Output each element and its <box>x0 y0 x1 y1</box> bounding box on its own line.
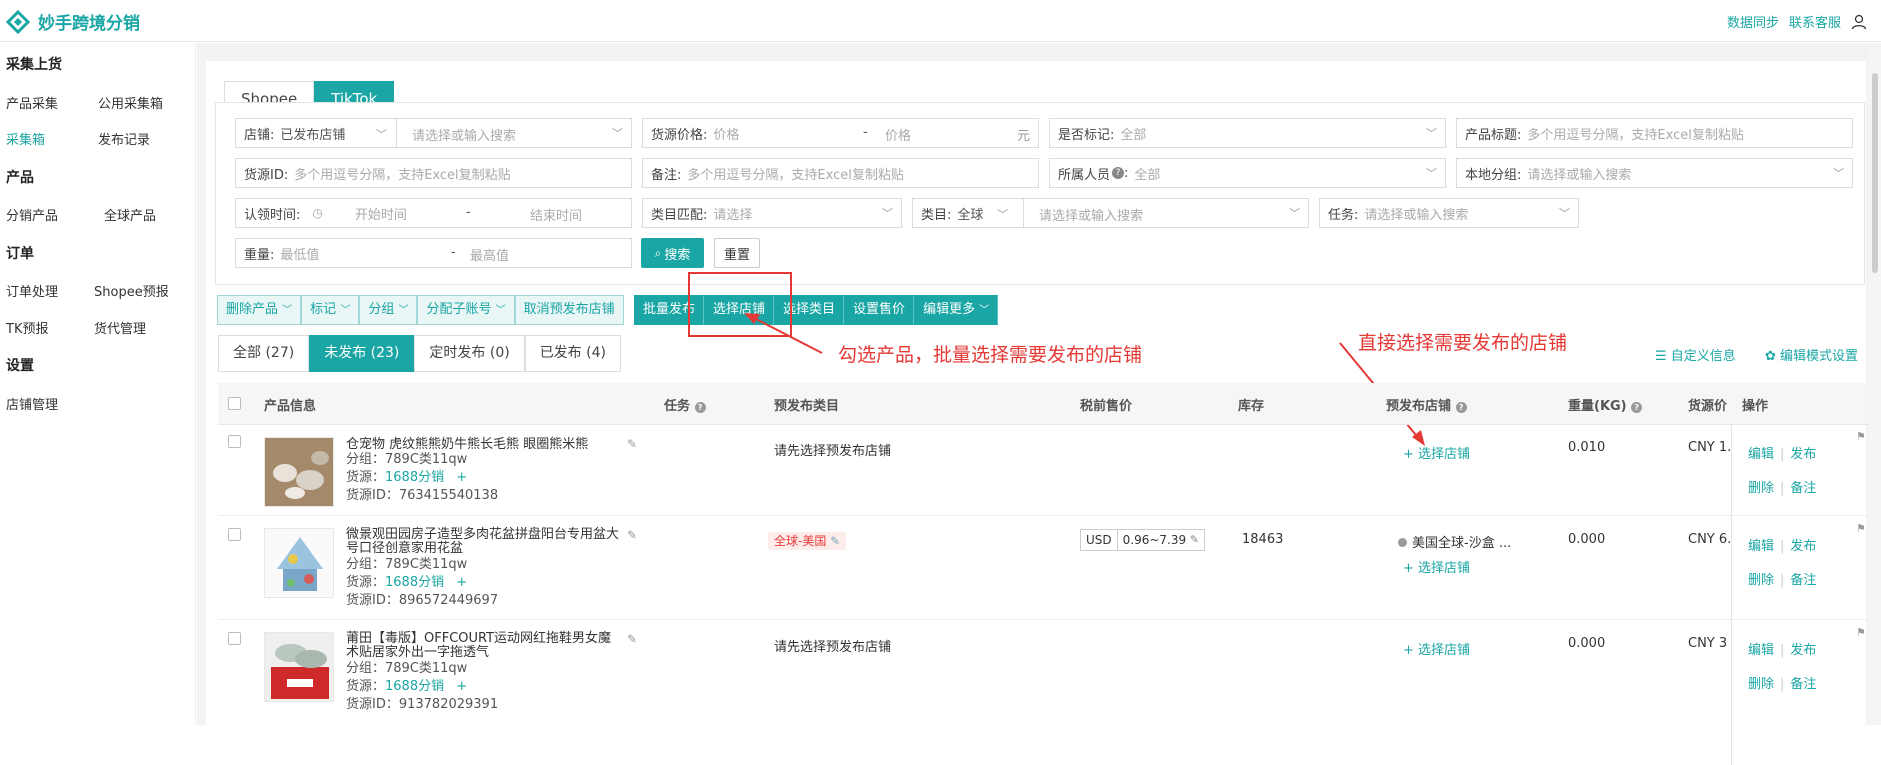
note-link[interactable]: 备注 <box>1790 481 1816 496</box>
select-shop-link[interactable]: + 选择店铺 <box>1403 443 1470 462</box>
product-group: 分组：789C类11qw <box>346 452 468 467</box>
flag-icon[interactable]: ⚑ <box>1856 522 1866 535</box>
product-source: 货源：1688分销 + <box>346 574 498 592</box>
product-title: 莆田【毒版】OFFCOURT运动网红拖鞋男女魔术贴居家外出一字拖透气 <box>346 631 612 660</box>
publish-link[interactable]: 发布 <box>1790 643 1816 658</box>
flag-icon[interactable]: ⚑ <box>1856 626 1866 639</box>
product-group: 分组：789C类11qw <box>346 661 468 676</box>
th-prepublish-category: 预发布类目 <box>774 399 840 414</box>
help-icon: ? <box>694 402 706 413</box>
edit-title-icon[interactable]: ✎ <box>627 632 637 646</box>
row-checkbox[interactable] <box>228 632 241 645</box>
prepublish-category: 请先选择预发布店铺 <box>774 444 892 459</box>
th-prepublish-shop: 预发布店铺 ? <box>1386 395 1467 414</box>
delete-link[interactable]: 删除 <box>1748 481 1774 496</box>
prepublish-shop: 美国全球-沙盒 ... <box>1398 532 1511 551</box>
th-source-price: 货源价 <box>1688 399 1728 414</box>
publish-link[interactable]: 发布 <box>1790 539 1816 554</box>
th-pretax-price: 税前售价 <box>1080 399 1133 414</box>
add-source-icon[interactable]: + <box>456 470 467 485</box>
prepublish-category: 请先选择预发布店铺 <box>774 640 892 655</box>
help-icon: ? <box>1455 402 1467 413</box>
delete-link[interactable]: 删除 <box>1748 573 1774 588</box>
source-link[interactable]: 1688分销 <box>385 470 444 485</box>
source-link[interactable]: 1688分销 <box>385 679 444 694</box>
edit-link[interactable]: 编辑 <box>1748 539 1774 554</box>
price-range: 0.96~7.39 <box>1122 533 1187 547</box>
product-meta: 分组：789C类11qw 货源：1688分销 + 货源ID：9137820293… <box>346 660 498 714</box>
category-tag: 全球-美国 ✎ <box>768 532 847 550</box>
th-weight: 重量(KG) ? <box>1568 395 1643 414</box>
add-source-icon[interactable]: + <box>456 679 467 694</box>
select-shop-link[interactable]: + 选择店铺 <box>1403 639 1470 658</box>
note-link[interactable]: 备注 <box>1790 677 1816 692</box>
annotation-text-batch: 勾选产品，批量选择需要发布的店铺 <box>838 344 1143 366</box>
row-operations: 编辑 | 发布 删除 | 备注 <box>1748 539 1817 588</box>
source-prefix: 货源： <box>346 470 386 485</box>
weight-value: 0.000 <box>1568 532 1606 547</box>
th-stock: 库存 <box>1238 399 1265 414</box>
product-meta: 分组：789C类11qw 货源：1688分销 + 货源ID：8965724496… <box>346 556 498 610</box>
product-image-icon <box>265 438 333 506</box>
product-source: 货源：1688分销 + <box>346 678 498 696</box>
th-product-info: 产品信息 <box>264 399 317 414</box>
product-group: 分组：789C类11qw <box>346 557 468 572</box>
flag-icon[interactable]: ⚑ <box>1856 430 1866 443</box>
product-source-id: 货源ID：913782029391 <box>346 697 499 712</box>
annotation-text-direct: 直接选择需要发布的店铺 <box>1358 332 1568 354</box>
edit-link[interactable]: 编辑 <box>1748 447 1774 462</box>
edit-title-icon[interactable]: ✎ <box>627 528 637 542</box>
source-price: CNY 6. <box>1688 532 1732 547</box>
vertical-scrollbar[interactable] <box>1869 43 1881 725</box>
prepublish-shop-name: 美国全球-沙盒 ... <box>1412 536 1512 551</box>
product-thumbnail[interactable] <box>264 632 334 702</box>
source-price: CNY 3 <box>1688 636 1728 651</box>
row-checkbox[interactable] <box>228 528 241 541</box>
help-icon: ? <box>1631 402 1643 413</box>
edit-link[interactable]: 编辑 <box>1748 643 1774 658</box>
th-operations: 操作 <box>1742 399 1769 414</box>
product-source-id: 货源ID：896572449697 <box>346 593 499 608</box>
th-prepublish-shop-label: 预发布店铺 <box>1386 399 1452 414</box>
product-title: 仓宠物 虎纹熊熊奶牛熊长毛熊 眼圈熊米熊 <box>346 437 589 452</box>
product-image-icon <box>265 633 333 701</box>
weight-value: 0.010 <box>1568 440 1606 455</box>
price-currency: USD <box>1081 530 1118 550</box>
edit-icon[interactable]: ✎ <box>830 534 840 548</box>
status-dot <box>1398 538 1407 547</box>
product-title: 微景观田园房子造型多肉花盆拼盘阳台专用盆大号口径创意家用花盆 <box>346 527 620 556</box>
product-source-id: 货源ID：763415540138 <box>346 488 499 503</box>
publish-link[interactable]: 发布 <box>1790 447 1816 462</box>
th-task: 任务 ? <box>664 395 706 414</box>
row-operations: 编辑 | 发布 删除 | 备注 <box>1748 447 1817 496</box>
note-link[interactable]: 备注 <box>1790 573 1816 588</box>
weight-value: 0.000 <box>1568 636 1606 651</box>
th-weight-label: 重量(KG) <box>1568 399 1627 414</box>
source-price: CNY 1. <box>1688 440 1732 455</box>
source-prefix: 货源： <box>346 575 386 590</box>
product-meta: 分组：789C类11qw 货源：1688分销 + 货源ID：7634155401… <box>346 451 498 505</box>
product-thumbnail[interactable] <box>264 528 334 598</box>
edit-title-icon[interactable]: ✎ <box>627 437 637 451</box>
th-task-label: 任务 <box>664 399 691 414</box>
row-checkbox[interactable] <box>228 435 241 448</box>
select-shop-link[interactable]: + 选择店铺 <box>1403 557 1470 576</box>
category-tag-label: 全球-美国 <box>774 534 827 548</box>
prepublish-category: 全球-美国 ✎ <box>768 532 847 550</box>
source-link[interactable]: 1688分销 <box>385 575 444 590</box>
product-thumbnail[interactable] <box>264 437 334 507</box>
add-source-icon[interactable]: + <box>456 575 467 590</box>
source-prefix: 货源： <box>346 679 386 694</box>
select-all-checkbox[interactable] <box>228 397 241 410</box>
stock-value: 18463 <box>1242 532 1284 547</box>
price-input[interactable]: USD 0.96~7.39 ✎ <box>1080 529 1205 551</box>
scrollbar-thumb[interactable] <box>1872 73 1878 273</box>
row-operations: 编辑 | 发布 删除 | 备注 <box>1748 643 1817 692</box>
edit-icon[interactable]: ✎ <box>1190 533 1199 546</box>
delete-link[interactable]: 删除 <box>1748 677 1774 692</box>
product-image-icon <box>265 529 333 597</box>
product-source: 货源：1688分销 + <box>346 469 498 487</box>
